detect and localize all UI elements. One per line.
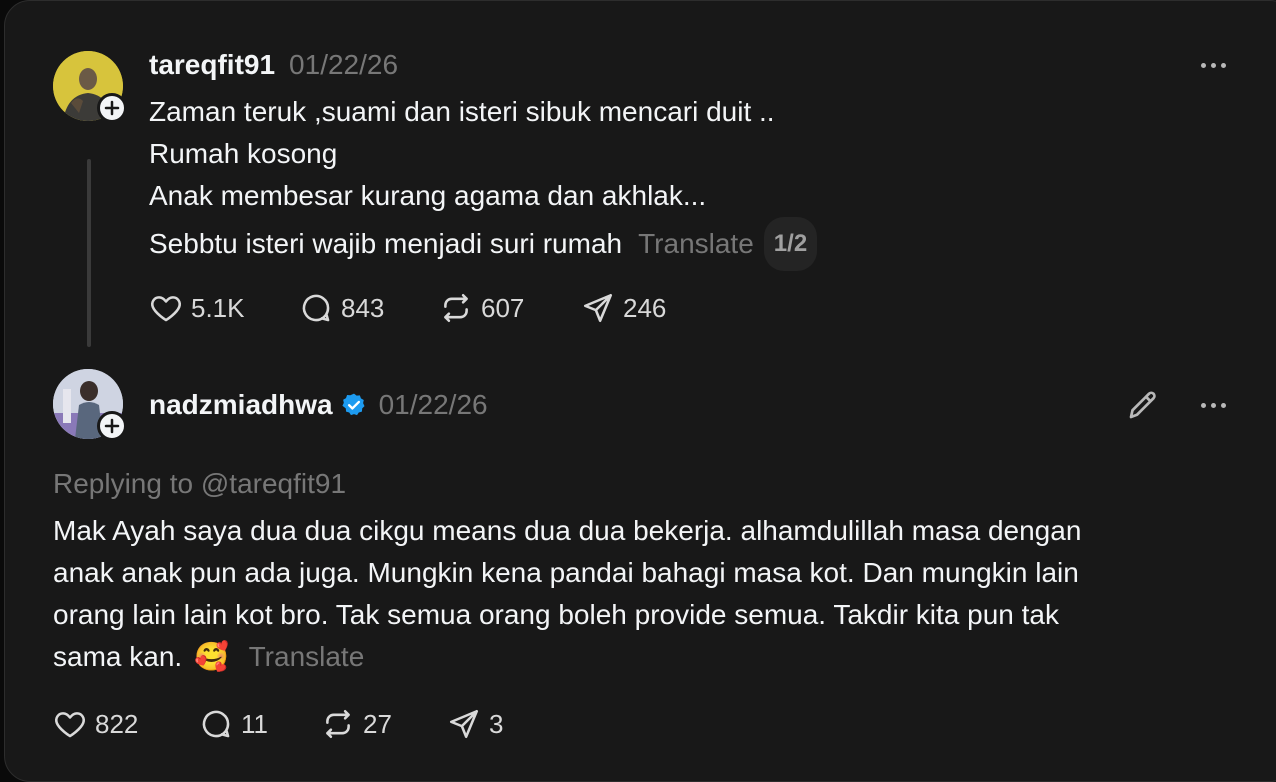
repost-icon — [444, 293, 468, 323]
thread-line — [87, 159, 91, 347]
edit-pencil-icon — [1129, 391, 1156, 419]
like-button[interactable]: 822 — [53, 707, 199, 741]
repost-button[interactable]: 27 — [321, 707, 447, 741]
reply-more-icon[interactable] — [1201, 403, 1226, 408]
reply-button[interactable]: 843 — [299, 291, 439, 325]
post-line: Anak membesar kurang agama dan akhlak... — [149, 180, 707, 211]
replying-to-label[interactable]: Replying to @tareqfit91 — [53, 463, 346, 505]
share-icon — [583, 293, 613, 323]
smiling-hearts-emoji: 🥰 — [193, 641, 229, 672]
like-count: 822 — [95, 708, 139, 739]
repost-count: 607 — [481, 292, 525, 323]
post-line: Sebbtu isteri wajib menjadi suri rumah — [149, 228, 623, 259]
repost-icon — [326, 709, 350, 739]
follow-plus-icon[interactable] — [97, 411, 127, 441]
reply-line: Mak Ayah saya dua dua cikgu means dua du… — [53, 515, 1082, 546]
reply-body: Mak Ayah saya dua dua cikgu means dua du… — [53, 510, 1081, 678]
page-indicator[interactable]: 1/2 — [763, 217, 818, 271]
repost-count: 27 — [363, 708, 392, 739]
post-line: Rumah kosong — [149, 138, 338, 169]
reply-username[interactable]: nadzmiadhwa — [149, 389, 333, 421]
post-actions: 5.1K 843 607 246 — [149, 291, 666, 325]
post-date[interactable]: 01/22/26 — [289, 49, 398, 81]
like-count: 5.1K — [191, 292, 245, 323]
reply-line: anak anak pun ada juga. Mungkin kena pan… — [53, 557, 1079, 588]
reply-actions: 822 11 27 3 — [53, 707, 503, 741]
post-translate-link[interactable]: Translate — [638, 223, 754, 265]
share-button[interactable]: 3 — [447, 707, 503, 741]
reply-line: orang lain lain kot bro. Tak semua orang… — [53, 599, 1060, 630]
reply-button[interactable]: 11 — [199, 707, 321, 741]
post-body: Zaman teruk ,suami dan isteri sibuk menc… — [149, 91, 818, 271]
like-button[interactable]: 5.1K — [149, 291, 299, 325]
reply-date[interactable]: 01/22/26 — [379, 389, 488, 421]
heart-icon — [151, 296, 181, 322]
verified-badge-icon — [342, 393, 365, 416]
reply-line-last: sama kan. 🥰 Translate — [53, 636, 1081, 678]
comment-icon — [202, 710, 230, 738]
share-count: 246 — [623, 292, 667, 323]
comment-icon — [302, 294, 330, 322]
reply-count: 843 — [341, 292, 385, 323]
post-line: Zaman teruk ,suami dan isteri sibuk menc… — [149, 96, 775, 127]
thread-panel: tareqfit91 01/22/26 Zaman teruk ,suami d… — [4, 0, 1276, 782]
post-line-last: Sebbtu isteri wajib menjadi suri rumah T… — [149, 217, 818, 271]
follow-plus-icon[interactable] — [97, 93, 127, 123]
edit-button[interactable] — [1125, 387, 1161, 428]
reply-count: 11 — [241, 708, 268, 739]
reply-line: sama kan. — [53, 641, 183, 672]
post-more-icon[interactable] — [1201, 63, 1226, 68]
share-button[interactable]: 246 — [581, 291, 666, 325]
share-icon — [449, 709, 479, 739]
share-count: 3 — [489, 708, 504, 739]
reply-translate-link[interactable]: Translate — [249, 641, 365, 672]
post-username[interactable]: tareqfit91 — [149, 49, 275, 81]
repost-button[interactable]: 607 — [439, 291, 581, 325]
heart-icon — [55, 712, 85, 738]
